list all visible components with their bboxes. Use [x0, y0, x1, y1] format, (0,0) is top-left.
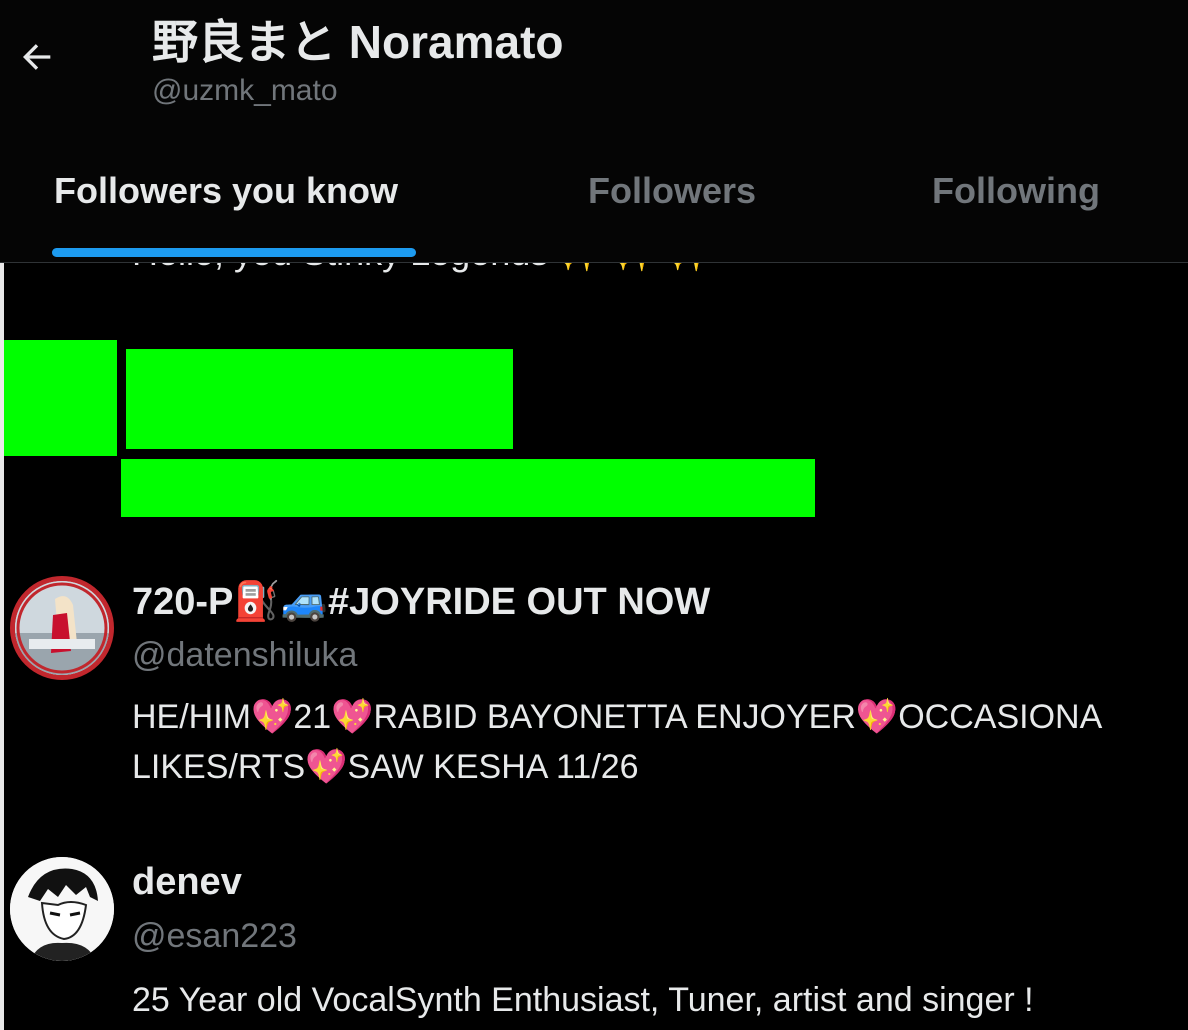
user-row-datenshiluka[interactable]: 720-P⛽🚙#JOYRIDE OUT NOW @datenshiluka HE…: [0, 572, 1188, 812]
redacted-avatar: [4, 340, 117, 456]
arrow-left-icon: [23, 44, 51, 70]
avatar-image: [10, 857, 114, 961]
profile-handle: @uzmk_mato: [152, 74, 338, 107]
profile-name: 野良まと Noramato: [152, 16, 564, 68]
user-handle[interactable]: @datenshiluka: [132, 636, 357, 675]
user-bio: HE/HIM💖21💖RABID BAYONETTA ENJOYER💖OCCASI…: [132, 692, 1102, 792]
bio-line: LIKES/RTS💖SAW KESHA 11/26: [132, 748, 639, 786]
avatar[interactable]: [10, 857, 114, 961]
user-name[interactable]: denev: [132, 861, 242, 904]
avatar[interactable]: [10, 576, 114, 680]
user-name[interactable]: 720-P⛽🚙#JOYRIDE OUT NOW: [132, 580, 710, 624]
redacted-name: [126, 349, 513, 449]
redacted-bio: [121, 459, 815, 517]
followers-page: Hello, you Stinky Legends ✨ ✨ ✨ 野良まと Nor…: [0, 0, 1188, 1030]
user-bio: 25 Year old VocalSynth Enthusiast, Tuner…: [132, 981, 1034, 1019]
bio-line: HE/HIM💖21💖RABID BAYONETTA ENJOYER💖OCCASI…: [132, 698, 1103, 736]
tab-followers[interactable]: Followers: [588, 170, 756, 212]
user-row-esan223[interactable]: denev @esan223 25 Year old VocalSynth En…: [0, 855, 1188, 1030]
user-handle[interactable]: @esan223: [132, 917, 297, 956]
avatar-image: [15, 581, 109, 675]
tab-following[interactable]: Following: [932, 170, 1100, 212]
back-button[interactable]: [14, 34, 60, 80]
active-tab-indicator: [52, 248, 416, 257]
tab-followers-you-know[interactable]: Followers you know: [54, 170, 398, 212]
tab-bar: Followers you know Followers Following: [0, 150, 1188, 262]
profile-header: 野良まと Noramato @uzmk_mato Followers you k…: [0, 0, 1188, 263]
